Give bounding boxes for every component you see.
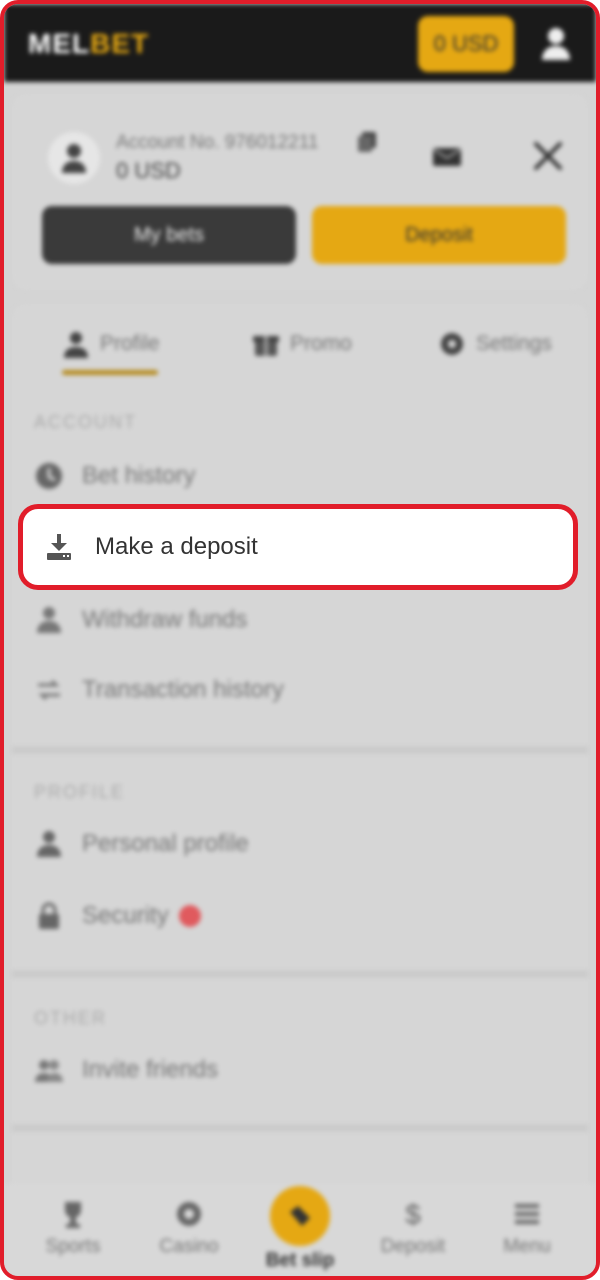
account-balance: 0 USD — [116, 158, 181, 183]
section-divider — [12, 1124, 588, 1132]
person-icon — [37, 831, 61, 857]
melbet-logo[interactable]: MELBET — [28, 28, 149, 60]
clock-icon — [36, 463, 62, 489]
app-frame: MELBET 0 USD Account No. 976012211 0 USD — [0, 0, 600, 1280]
account-card: Account No. 976012211 0 USD My bets Depo… — [12, 94, 588, 290]
nav-menu[interactable]: Menu — [472, 1198, 582, 1258]
section-divider — [12, 746, 588, 754]
menu-item-bet-history[interactable]: Bet history — [34, 456, 195, 496]
menu-item-personal-profile[interactable]: Personal profile — [34, 824, 249, 864]
menu-item-label: Transaction history — [82, 676, 284, 703]
profile-tabs: Profile Promo Settings — [12, 304, 588, 384]
nav-label: Menu — [503, 1236, 551, 1257]
tab-profile-label: Profile — [100, 332, 160, 355]
copy-icon[interactable] — [356, 130, 378, 154]
close-icon[interactable] — [530, 138, 566, 174]
account-number: Account No. 976012211 — [116, 132, 319, 153]
menu-item-make-a-deposit[interactable]: Make a deposit — [18, 504, 578, 590]
svg-text:$: $ — [405, 1199, 421, 1230]
nav-label: Casino — [159, 1236, 219, 1257]
menu-item-label: Security — [82, 902, 169, 929]
menu-item-label: Bet history — [82, 462, 196, 489]
gift-icon — [253, 336, 279, 356]
tab-promo[interactable]: Promo — [252, 324, 352, 364]
balance-button[interactable]: 0 USD — [418, 16, 514, 72]
withdraw-icon — [37, 607, 61, 633]
nav-label: Sports — [45, 1236, 101, 1257]
tab-promo-label: Promo — [290, 332, 352, 355]
lock-icon — [39, 902, 59, 929]
dollar-icon: $ — [405, 1199, 421, 1230]
top-header: MELBET 0 USD — [4, 4, 596, 82]
deposit-button[interactable]: Deposit — [312, 206, 566, 264]
menu-item-withdraw-funds[interactable]: Withdraw funds — [34, 600, 247, 640]
my-bets-button[interactable]: My bets — [42, 206, 296, 264]
security-alert-badge — [178, 905, 201, 927]
section-divider — [12, 970, 588, 978]
casino-chip-icon — [177, 1202, 201, 1226]
bottom-navigation: Sports Casino Bet slip $ Deposit Menu — [4, 1184, 596, 1276]
logo-part-1: MEL — [28, 28, 91, 59]
friends-icon — [35, 1060, 63, 1082]
mail-icon[interactable] — [430, 142, 464, 172]
menu-item-label: Withdraw funds — [82, 606, 248, 633]
nav-deposit[interactable]: $ Deposit — [358, 1198, 468, 1258]
ticket-icon — [270, 1186, 330, 1246]
trophy-icon — [65, 1202, 81, 1228]
menu-item-label: Invite friends — [82, 1056, 219, 1083]
nav-sports[interactable]: Sports — [18, 1198, 128, 1258]
section-title-account: ACCOUNT — [34, 412, 137, 432]
avatar — [48, 132, 100, 184]
logo-part-2: BET — [90, 28, 150, 59]
blurred-background: MELBET 0 USD Account No. 976012211 0 USD — [4, 4, 596, 1276]
section-title-other: OTHER — [34, 1008, 107, 1028]
nav-casino[interactable]: Casino — [134, 1198, 244, 1258]
menu-item-label: Make a deposit — [95, 533, 258, 560]
tab-profile[interactable]: Profile — [62, 324, 160, 364]
tab-settings-label: Settings — [476, 332, 552, 355]
active-tab-indicator — [62, 370, 158, 375]
menu-item-label: Personal profile — [82, 830, 249, 857]
download-icon — [47, 534, 71, 560]
nav-label: Deposit — [380, 1236, 446, 1257]
menu-icon — [515, 1204, 539, 1224]
menu-item-security[interactable]: Security — [34, 896, 201, 936]
gear-icon — [441, 333, 463, 355]
menu-item-invite-friends[interactable]: Invite friends — [34, 1050, 218, 1090]
section-title-profile: PROFILE — [34, 782, 126, 802]
tab-settings[interactable]: Settings — [438, 324, 552, 364]
person-icon — [64, 332, 88, 358]
nav-bet-slip[interactable]: Bet slip — [245, 1186, 355, 1272]
transactions-icon — [38, 679, 60, 701]
nav-label: Bet slip — [265, 1250, 335, 1271]
user-icon[interactable] — [534, 22, 578, 66]
menu-item-transaction-history[interactable]: Transaction history — [34, 670, 284, 710]
